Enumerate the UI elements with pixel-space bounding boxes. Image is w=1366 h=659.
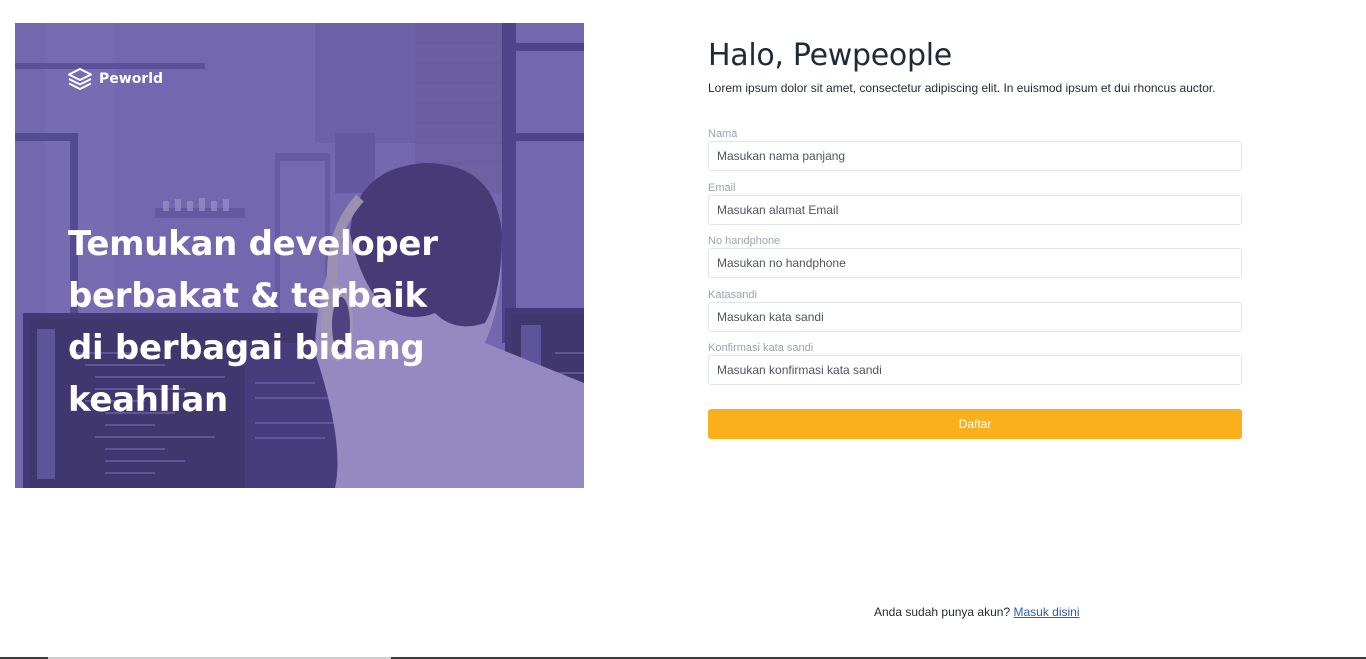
name-input[interactable]: [708, 141, 1242, 171]
confirm-password-field-group: Konfirmasi kata sandi: [708, 341, 1242, 385]
email-label: Email: [708, 182, 736, 194]
headline-line: Temukan developer: [68, 224, 438, 264]
name-field-group: Nama: [708, 127, 1242, 171]
layers-icon: [68, 68, 92, 90]
login-prompt: Anda sudah punya akun? Masuk disini: [874, 605, 1080, 619]
phone-field-group: No handphone: [708, 234, 1242, 278]
register-button[interactable]: Daftar: [708, 409, 1242, 439]
login-prompt-text: Anda sudah punya akun?: [874, 605, 1011, 619]
name-label: Nama: [708, 128, 738, 140]
register-form: Halo, Pewpeople Lorem ipsum dolor sit am…: [708, 36, 1242, 439]
phone-input[interactable]: [708, 248, 1242, 278]
headline-line: keahlian: [68, 380, 228, 420]
email-input[interactable]: [708, 195, 1242, 225]
confirm-password-input[interactable]: [708, 355, 1242, 385]
page-subtitle: Lorem ipsum dolor sit amet, consectetur …: [708, 81, 1216, 95]
headline-line: di berbagai bidang: [68, 328, 425, 368]
password-input[interactable]: [708, 302, 1242, 332]
hero-headline: Temukan developer berbakat & terbaik di …: [68, 218, 448, 426]
page-title: Halo, Pewpeople: [708, 38, 952, 73]
phone-label: No handphone: [708, 235, 781, 247]
brand-name: Peworld: [99, 71, 164, 87]
brand[interactable]: Peworld: [67, 67, 163, 91]
password-label: Katasandi: [708, 289, 757, 301]
password-field-group: Katasandi: [708, 288, 1242, 332]
login-link[interactable]: Masuk disini: [1013, 605, 1079, 619]
confirm-password-label: Konfirmasi kata sandi: [708, 342, 814, 354]
hero-panel: Peworld Temukan developer berbakat & ter…: [15, 23, 584, 488]
headline-line: berbakat & terbaik: [68, 276, 427, 316]
email-field-group: Email: [708, 181, 1242, 225]
